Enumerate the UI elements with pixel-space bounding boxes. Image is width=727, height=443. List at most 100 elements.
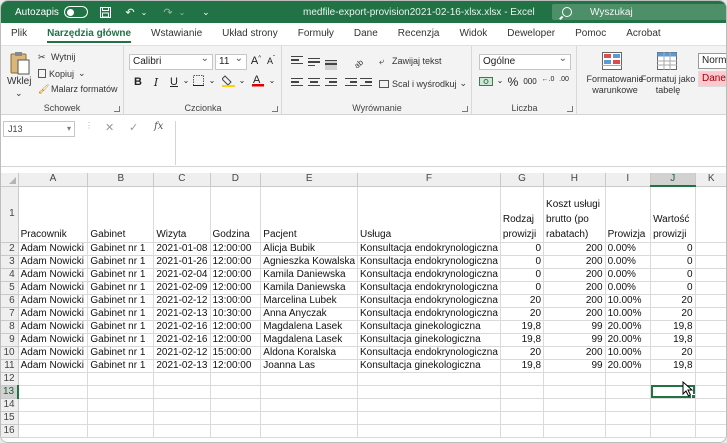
- cell-g14[interactable]: [500, 398, 545, 412]
- merge-center-button[interactable]: Scal i wyśrodkuj ⌄: [379, 78, 467, 89]
- cell-c13[interactable]: [153, 385, 211, 399]
- copy-dropdown-icon[interactable]: ⌄: [78, 68, 86, 79]
- cell-c16[interactable]: [153, 424, 211, 438]
- bold-button[interactable]: B: [131, 76, 145, 88]
- cell-j3[interactable]: 0: [650, 255, 696, 269]
- cell-e8[interactable]: Magdalena Lasek: [260, 320, 359, 334]
- cell-a10[interactable]: Adam Nowicki: [18, 346, 89, 360]
- currency-dropdown-icon[interactable]: ⌄: [493, 76, 507, 85]
- cell-h14[interactable]: [543, 398, 606, 412]
- col-header-j[interactable]: J: [650, 173, 696, 187]
- cell-b5[interactable]: Gabinet nr 1: [87, 281, 155, 295]
- cell-h16[interactable]: [543, 424, 606, 438]
- cell-f11[interactable]: Konsultacja ginekologiczna: [357, 359, 501, 373]
- clipboard-launcher-icon[interactable]: [114, 106, 120, 112]
- cell-k11[interactable]: [695, 359, 726, 373]
- cell-j6[interactable]: 20: [650, 294, 696, 308]
- cell-g5[interactable]: 0: [500, 281, 545, 295]
- cell-g9[interactable]: 19,8: [500, 333, 545, 347]
- redo-dropdown-icon[interactable]: ⌄: [176, 6, 188, 18]
- decrease-indent-icon[interactable]: [345, 78, 357, 88]
- style-bad[interactable]: Dane: [698, 71, 726, 87]
- cell-j14[interactable]: [650, 398, 696, 412]
- thousands-button[interactable]: 000: [521, 77, 539, 86]
- cell-c6[interactable]: 2021-02-12: [153, 294, 211, 308]
- align-top-icon[interactable]: [291, 56, 303, 66]
- increase-decimal-icon[interactable]: ←.0: [541, 76, 555, 83]
- cell-i16[interactable]: [605, 424, 652, 438]
- cell-i10[interactable]: 10.00%: [605, 346, 652, 360]
- merge-dropdown-icon[interactable]: ⌄: [460, 78, 468, 89]
- cell-c7[interactable]: 2021-02-13: [153, 307, 211, 321]
- cell-g2[interactable]: 0: [500, 242, 545, 256]
- cell-b4[interactable]: Gabinet nr 1: [87, 268, 155, 282]
- style-normal[interactable]: Norma: [698, 53, 726, 69]
- autosave-toggle[interactable]: [63, 6, 88, 18]
- cell-i8[interactable]: 20.00%: [605, 320, 652, 334]
- cell-d9[interactable]: 12:00:00: [210, 333, 262, 347]
- font-color-icon[interactable]: A: [251, 73, 265, 90]
- redo-icon[interactable]: ↷: [162, 6, 174, 19]
- cell-j15[interactable]: [650, 411, 696, 425]
- cell-c5[interactable]: 2021-02-09: [153, 281, 211, 295]
- cell-e13[interactable]: [260, 385, 359, 399]
- cell-g13[interactable]: [500, 385, 545, 399]
- cell-a1[interactable]: Pracownik: [18, 186, 89, 243]
- cell-b11[interactable]: Gabinet nr 1: [87, 359, 155, 373]
- cell-d15[interactable]: [210, 411, 262, 425]
- alignment-launcher-icon[interactable]: [462, 106, 468, 112]
- cell-k13[interactable]: [695, 385, 726, 399]
- cell-d13[interactable]: [210, 385, 262, 399]
- cell-i9[interactable]: 20.00%: [605, 333, 652, 347]
- cell-h2[interactable]: 200: [543, 242, 606, 256]
- tab-data[interactable]: Dane: [344, 23, 388, 45]
- format-as-table-icon[interactable]: [657, 52, 677, 73]
- name-box[interactable]: J13: [3, 121, 75, 137]
- cell-f12[interactable]: [357, 372, 501, 386]
- conditional-formatting-button[interactable]: Formatowanie warunkowe: [582, 74, 648, 96]
- cell-k2[interactable]: [695, 242, 726, 256]
- cell-c9[interactable]: 2021-02-16: [153, 333, 211, 347]
- cell-f15[interactable]: [357, 411, 501, 425]
- customize-toolbar-icon[interactable]: ⌄: [200, 6, 212, 18]
- cell-i13[interactable]: [605, 385, 652, 399]
- cell-j5[interactable]: 0: [650, 281, 696, 295]
- cell-h13[interactable]: [543, 385, 606, 399]
- cell-a6[interactable]: Adam Nowicki: [18, 294, 89, 308]
- cell-d5[interactable]: 12:00:00: [210, 281, 262, 295]
- cell-k12[interactable]: [695, 372, 726, 386]
- cell-e11[interactable]: Joanna Las: [260, 359, 359, 373]
- cell-k14[interactable]: [695, 398, 726, 412]
- cell-h12[interactable]: [543, 372, 606, 386]
- row-header-9[interactable]: 9: [1, 333, 19, 347]
- cell-k7[interactable]: [695, 307, 726, 321]
- cell-h11[interactable]: 99: [543, 359, 606, 373]
- cell-f13[interactable]: [357, 385, 501, 399]
- row-header-11[interactable]: 11: [1, 359, 19, 373]
- cell-b7[interactable]: Gabinet nr 1: [87, 307, 155, 321]
- fill-color-icon[interactable]: [220, 74, 235, 90]
- align-left-icon[interactable]: [291, 78, 303, 88]
- cell-d16[interactable]: [210, 424, 262, 438]
- cell-i2[interactable]: 0.00%: [605, 242, 652, 256]
- cell-h10[interactable]: 200: [543, 346, 606, 360]
- cell-g1[interactable]: Rodzaj prowizji: [500, 186, 545, 243]
- cell-i6[interactable]: 10.00%: [605, 294, 652, 308]
- cell-c12[interactable]: [153, 372, 211, 386]
- worksheet[interactable]: A B C D E F G H I J K 1 Pracownik Gabine…: [1, 173, 726, 442]
- cell-b8[interactable]: Gabinet nr 1: [87, 320, 155, 334]
- cell-j16[interactable]: [650, 424, 696, 438]
- fill-color-dropdown-icon[interactable]: ⌄: [235, 76, 249, 85]
- cell-c3[interactable]: 2021-01-26: [153, 255, 211, 269]
- cell-a15[interactable]: [18, 411, 89, 425]
- tab-help[interactable]: Pomoc: [565, 23, 616, 45]
- cell-c11[interactable]: 2021-02-13: [153, 359, 211, 373]
- row-header-12[interactable]: 12: [1, 372, 19, 386]
- cell-e16[interactable]: [260, 424, 359, 438]
- percent-button[interactable]: %: [506, 75, 520, 89]
- cell-g12[interactable]: [500, 372, 545, 386]
- cell-k3[interactable]: [695, 255, 726, 269]
- cell-d4[interactable]: 12:00:00: [210, 268, 262, 282]
- col-header-k[interactable]: K: [695, 173, 726, 187]
- formula-input[interactable]: [175, 121, 726, 165]
